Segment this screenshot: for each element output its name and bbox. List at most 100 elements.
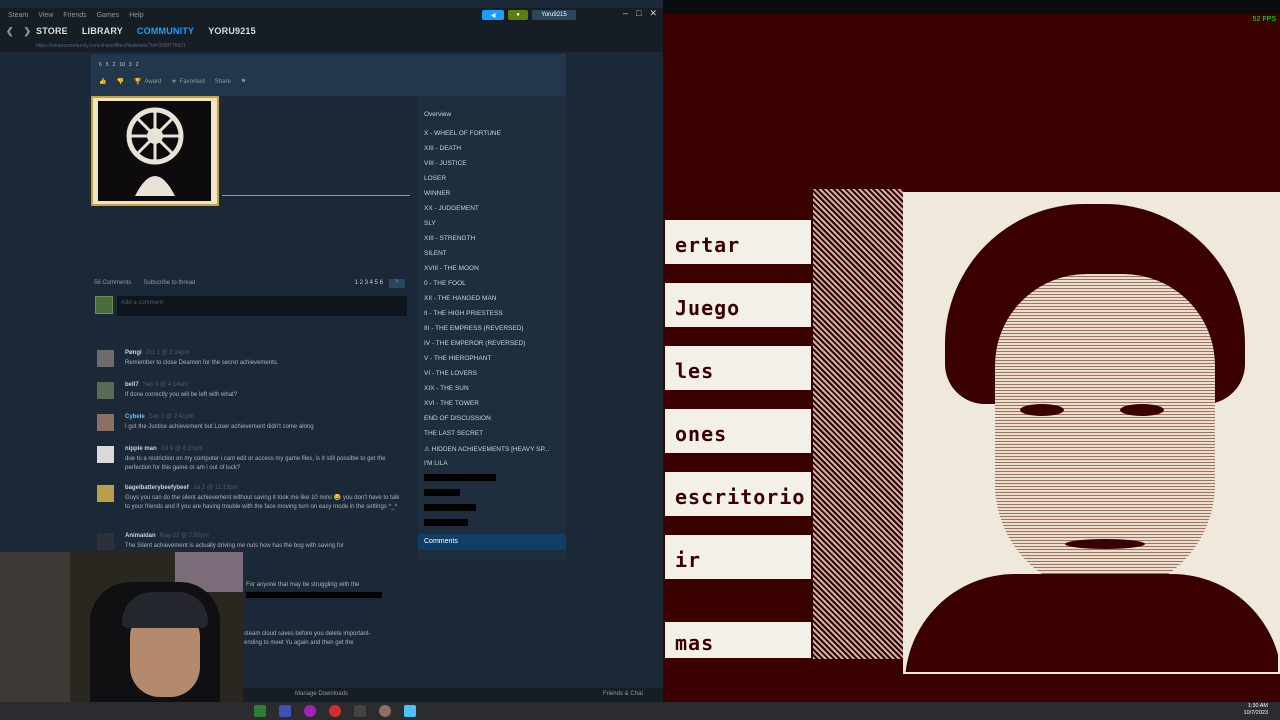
add-comment-area: Add a comment (91, 294, 409, 322)
avatar[interactable] (97, 350, 114, 367)
comment-author-name: Pøngi (125, 350, 142, 356)
taskbar-app-icon[interactable] (254, 705, 266, 717)
section-link[interactable]: XII - THE HANGED MAN (424, 295, 496, 302)
comment-author[interactable]: nipple man Jul 9 @ 6:15pm (125, 446, 203, 452)
section-link[interactable]: XVIII - THE MOON (424, 265, 479, 272)
section-link[interactable]: XIII - DEATH (424, 145, 461, 152)
tab-user[interactable]: YORU9215 (208, 26, 256, 36)
comment-date: May 22 @ 7:50pm (159, 533, 209, 539)
taskbar-app-icon[interactable] (404, 705, 416, 717)
section-link[interactable]: SILENT (424, 250, 447, 257)
share-button[interactable]: Share (215, 78, 231, 85)
forward-arrow-icon[interactable]: ❯ (24, 26, 32, 37)
section-link[interactable]: LOSER (424, 175, 446, 182)
account-button[interactable]: Yoru9215 (532, 10, 576, 20)
broadcast-icon[interactable]: ◀ (482, 10, 504, 20)
maximize-icon[interactable]: □ (636, 8, 641, 19)
tab-community[interactable]: COMMUNITY (137, 26, 194, 36)
avatar[interactable] (97, 533, 114, 550)
portrait-eye (1120, 404, 1164, 416)
nav-arrows: ❮ ❯ (0, 26, 36, 37)
manage-downloads-button[interactable]: Manage Downloads (295, 691, 348, 697)
redacted-section (424, 474, 496, 481)
comment-author[interactable]: bagelbatterybeefybeef Jul 2 @ 11:13pm (125, 485, 238, 491)
avatar (95, 296, 113, 314)
section-link[interactable]: XIII - STRENGTH (424, 235, 475, 242)
section-link[interactable]: XIX - THE SUN (424, 385, 469, 392)
account-area: ◀ ● Yoru9215 (482, 10, 576, 20)
menu-button-despertar[interactable]: ertar (663, 218, 813, 266)
taskbar-app-icon[interactable] (379, 705, 391, 717)
close-icon[interactable]: ✕ (649, 8, 657, 19)
section-link[interactable]: XVI - THE TOWER (424, 400, 479, 407)
section-link[interactable]: VI - THE LOVERS (424, 370, 477, 377)
guide-header: 6 5 2 10 3 2 👍 👎 🏆 Award ★ Favorited Share… (91, 54, 566, 96)
comment-input[interactable]: Add a comment (117, 296, 407, 316)
avatar[interactable] (97, 414, 114, 431)
friends-chat-button[interactable]: Friends & Chat (603, 691, 643, 697)
menu-button-mas[interactable]: mas (663, 620, 813, 660)
url-text[interactable]: https://steamcommunity.com/sharedfiles/f… (36, 43, 186, 49)
menu-button-escritorio[interactable]: escritorio (663, 470, 813, 518)
thumbs-up-icon[interactable]: 👍 (99, 78, 106, 85)
section-link[interactable]: WINNER (424, 190, 450, 197)
subscribe-thread-link[interactable]: Subscribe to thread (143, 280, 195, 286)
menu-view[interactable]: View (38, 12, 53, 19)
avatar[interactable] (97, 485, 114, 502)
section-link[interactable]: THE LAST SECRET (424, 430, 483, 437)
comment-author[interactable]: Pøngi Oct 1 @ 2:24pm (125, 350, 189, 356)
comment-author-name: Animaidan (125, 533, 156, 539)
section-link[interactable]: II - THE HIGH PRIESTESS (424, 310, 503, 317)
menu-games[interactable]: Games (97, 12, 120, 19)
settings-gear-icon[interactable] (354, 705, 366, 717)
dither-pattern (813, 189, 903, 659)
tab-store[interactable]: STORE (36, 26, 68, 36)
comment-author[interactable]: Cybele Sep 2 @ 2:41pm (125, 414, 194, 420)
favorite-button[interactable]: ★ Favorited (171, 78, 204, 86)
award-count: 2 (112, 62, 116, 68)
section-link[interactable]: Overview (424, 111, 451, 118)
taskbar-app-icon[interactable] (304, 705, 316, 717)
avatar[interactable] (97, 446, 114, 463)
url-bar: https://steamcommunity.com/sharedfiles/f… (0, 40, 663, 52)
menu-button-juego[interactable]: Juego (663, 281, 813, 329)
menu-button-logros[interactable]: les (663, 344, 813, 392)
section-link[interactable]: I'M LILA (424, 460, 448, 467)
award-icon: 🏆 (133, 79, 142, 85)
section-link[interactable]: III - THE EMPRESS (REVERSED) (424, 325, 524, 332)
menu-steam[interactable]: Steam (8, 12, 28, 19)
back-arrow-icon[interactable]: ❮ (6, 26, 14, 37)
avatar[interactable] (97, 382, 114, 399)
award-button[interactable]: 🏆 Award (133, 78, 161, 86)
section-link[interactable]: IV - THE EMPEROR (REVERSED) (424, 340, 525, 347)
section-link[interactable]: ⚠ HIDDEN ACHIEVEMENTS [HEAVY SP... (424, 445, 549, 453)
guide-actions: 👍 👎 🏆 Award ★ Favorited Share ⚑ (99, 78, 246, 86)
next-page-button[interactable]: > (389, 278, 405, 288)
notification-bell-icon[interactable]: ● (508, 10, 528, 20)
section-link[interactable]: 0 - THE FOOL (424, 280, 466, 287)
menu-button-opciones[interactable]: ones (663, 407, 813, 455)
taskbar-app-icon[interactable] (279, 705, 291, 717)
comment-author[interactable]: Animaidan May 22 @ 7:50pm (125, 533, 209, 539)
section-link[interactable]: X - WHEEL OF FORTUNE (424, 130, 501, 137)
section-link[interactable]: V - THE HIEROPHANT (424, 355, 491, 362)
menu-friends[interactable]: Friends (63, 12, 86, 19)
thumbs-down-icon[interactable]: 👎 (116, 78, 123, 85)
minimize-icon[interactable]: – (623, 8, 628, 19)
comment-author[interactable]: bell7 Sep 9 @ 4:14am (125, 382, 188, 388)
system-clock[interactable]: 1:30 AM 10/7/2023 (1244, 703, 1268, 717)
pagination[interactable]: 1 2 3 4 5 6 (355, 280, 383, 286)
character-portrait (903, 192, 1280, 674)
section-link[interactable]: END OF DISCUSSION (424, 415, 491, 422)
taskbar-app-icon[interactable] (329, 705, 341, 717)
menu-help[interactable]: Help (129, 12, 143, 19)
steam-menu: Steam View Friends Games Help (0, 12, 144, 19)
redacted-section (424, 489, 460, 496)
tab-library[interactable]: LIBRARY (82, 26, 123, 36)
section-link-comments[interactable]: Comments (418, 534, 566, 550)
section-link[interactable]: XX - JUDGEMENT (424, 205, 479, 212)
menu-button-salir[interactable]: ir (663, 533, 813, 581)
section-link[interactable]: VIII - JUSTICE (424, 160, 467, 167)
flag-icon[interactable]: ⚑ (241, 78, 246, 85)
section-link[interactable]: SLY (424, 220, 436, 227)
